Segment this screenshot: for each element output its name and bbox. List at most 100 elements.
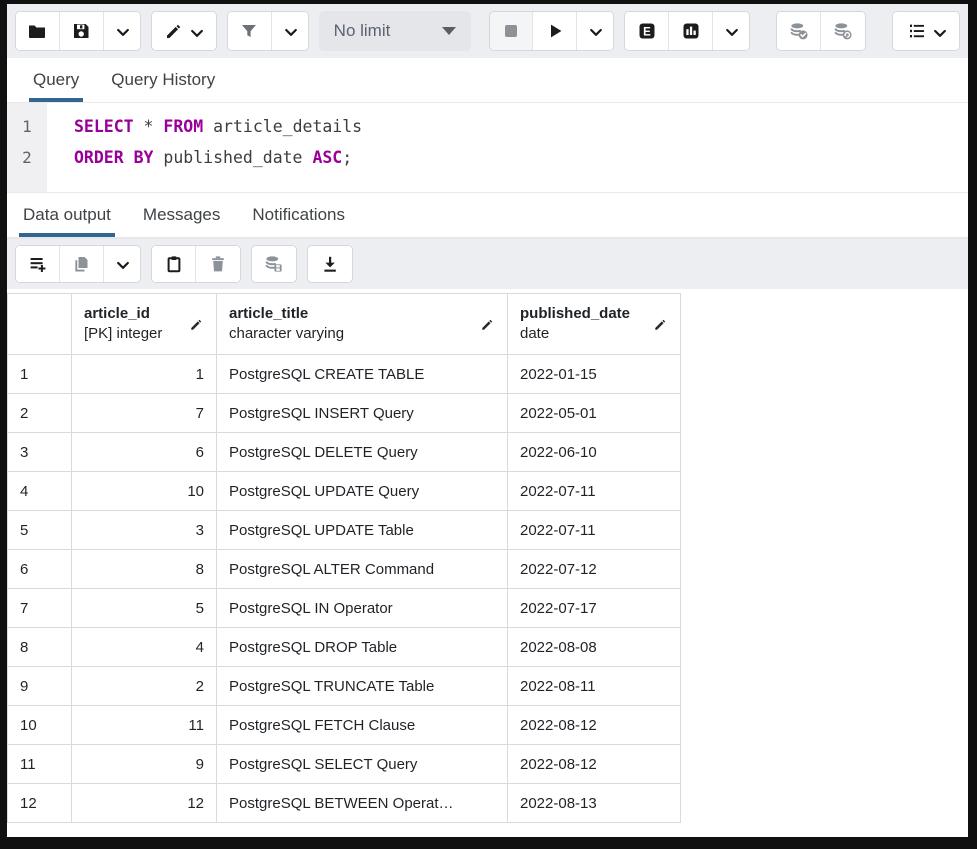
edit-menu-button[interactable] <box>151 12 216 50</box>
article-title-cell[interactable]: PostgreSQL SELECT Query <box>217 745 508 784</box>
sql-line[interactable]: ORDER BY published_date ASC; <box>74 142 362 173</box>
article-title-cell[interactable]: PostgreSQL ALTER Command <box>217 550 508 589</box>
execute-button-group <box>488 11 615 51</box>
article-id-cell[interactable]: 6 <box>72 433 217 472</box>
article-title-cell[interactable]: PostgreSQL UPDATE Query <box>217 472 508 511</box>
row-number-cell[interactable]: 3 <box>8 433 72 472</box>
article-id-cell[interactable]: 12 <box>72 784 217 823</box>
row-number-cell[interactable]: 8 <box>8 628 72 667</box>
copy-button[interactable] <box>60 246 104 282</box>
article-title-cell[interactable]: PostgreSQL DELETE Query <box>217 433 508 472</box>
article-id-cell[interactable]: 7 <box>72 394 217 433</box>
macros-menu-button[interactable] <box>893 12 960 50</box>
column-header-published-date[interactable]: published_date date <box>508 294 681 355</box>
row-number-cell[interactable]: 12 <box>8 784 72 823</box>
published-date-cell[interactable]: 2022-07-11 <box>508 511 681 550</box>
published-date-cell[interactable]: 2022-05-01 <box>508 394 681 433</box>
macros-button-group <box>892 11 961 51</box>
row-limit-select[interactable]: No limit <box>318 11 471 51</box>
published-date-cell[interactable]: 2022-07-17 <box>508 589 681 628</box>
row-number-cell[interactable]: 9 <box>8 667 72 706</box>
column-type: character varying <box>229 325 345 342</box>
article-id-cell[interactable]: 9 <box>72 745 217 784</box>
sql-keyword: FROM <box>163 117 204 136</box>
data-output-panel: article_id [PK] integer article_title ch… <box>7 289 968 837</box>
column-type: date <box>520 325 550 342</box>
copy-icon <box>74 256 88 272</box>
article-id-cell[interactable]: 5 <box>72 589 217 628</box>
rollback-button[interactable] <box>821 12 866 50</box>
article-id-cell[interactable]: 10 <box>72 472 217 511</box>
article-title-cell[interactable]: PostgreSQL INSERT Query <box>217 394 508 433</box>
filter-menu-button[interactable] <box>271 12 308 50</box>
row-number-cell[interactable]: 2 <box>8 394 72 433</box>
article-id-cell[interactable]: 11 <box>72 706 217 745</box>
article-title-cell[interactable]: PostgreSQL UPDATE Table <box>217 511 508 550</box>
article-id-cell[interactable]: 8 <box>72 550 217 589</box>
article-title-cell[interactable]: PostgreSQL FETCH Clause <box>217 706 508 745</box>
delete-button[interactable] <box>196 246 240 282</box>
explain-button[interactable] <box>625 12 670 50</box>
play-icon <box>550 24 562 38</box>
published-date-cell[interactable]: 2022-08-12 <box>508 745 681 784</box>
execute-button[interactable] <box>533 12 578 50</box>
sql-text: article_details <box>203 117 363 136</box>
tab-query-history[interactable]: Query History <box>107 58 219 102</box>
article-id-cell[interactable]: 3 <box>72 511 217 550</box>
row-number-cell[interactable]: 10 <box>8 706 72 745</box>
paste-button[interactable] <box>152 246 196 282</box>
explain-analyze-button[interactable] <box>669 12 714 50</box>
chevron-down-icon <box>116 28 129 36</box>
published-date-cell[interactable]: 2022-01-15 <box>508 355 681 394</box>
tab-query[interactable]: Query <box>29 58 84 102</box>
sql-text: published_date <box>153 148 313 167</box>
row-number-cell[interactable]: 1 <box>8 355 72 394</box>
open-file-button[interactable] <box>16 12 60 50</box>
published-date-cell[interactable]: 2022-08-13 <box>508 784 681 823</box>
article-id-cell[interactable]: 2 <box>72 667 217 706</box>
add-row-button[interactable] <box>16 246 60 282</box>
row-number-cell[interactable]: 11 <box>8 745 72 784</box>
stop-button[interactable] <box>489 12 534 50</box>
explain-menu-button[interactable] <box>713 12 750 50</box>
row-number-cell[interactable]: 5 <box>8 511 72 550</box>
published-date-cell[interactable]: 2022-06-10 <box>508 433 681 472</box>
copy-menu-button[interactable] <box>104 246 140 282</box>
published-date-cell[interactable]: 2022-08-08 <box>508 628 681 667</box>
chevron-down-icon <box>284 28 297 36</box>
published-date-cell[interactable]: 2022-08-11 <box>508 667 681 706</box>
filter-button[interactable] <box>227 12 272 50</box>
published-date-cell[interactable]: 2022-07-11 <box>508 472 681 511</box>
article-title-cell[interactable]: PostgreSQL DROP Table <box>217 628 508 667</box>
row-number-cell[interactable]: 7 <box>8 589 72 628</box>
published-date-cell[interactable]: 2022-07-12 <box>508 550 681 589</box>
commit-icon <box>789 21 809 41</box>
article-title-cell[interactable]: PostgreSQL BETWEEN Operat… <box>217 784 508 823</box>
article-id-cell[interactable]: 4 <box>72 628 217 667</box>
commit-button[interactable] <box>777 12 822 50</box>
article-title-cell[interactable]: PostgreSQL CREATE TABLE <box>217 355 508 394</box>
column-header-article-id[interactable]: article_id [PK] integer <box>72 294 217 355</box>
row-number-header[interactable] <box>8 294 72 355</box>
article-id-cell[interactable]: 1 <box>72 355 217 394</box>
tab-data-output[interactable]: Data output <box>19 193 115 237</box>
column-name: article_id <box>84 305 150 322</box>
save-menu-button[interactable] <box>103 12 140 50</box>
row-number-cell[interactable]: 4 <box>8 472 72 511</box>
sql-code[interactable]: SELECT * FROM article_details ORDER BY pu… <box>47 103 362 192</box>
row-number-cell[interactable]: 6 <box>8 550 72 589</box>
save-results-to-file-button[interactable] <box>308 246 352 282</box>
tab-messages[interactable]: Messages <box>139 193 224 237</box>
save-data-changes-button[interactable] <box>252 246 296 282</box>
row-edit-button-group <box>15 245 141 283</box>
tab-notifications[interactable]: Notifications <box>248 193 349 237</box>
article-title-cell[interactable]: PostgreSQL IN Operator <box>217 589 508 628</box>
sql-editor[interactable]: 12 SELECT * FROM article_details ORDER BY… <box>7 103 968 193</box>
column-header-article-title[interactable]: article_title character varying <box>217 294 508 355</box>
explain-icon <box>639 23 655 39</box>
article-title-cell[interactable]: PostgreSQL TRUNCATE Table <box>217 667 508 706</box>
published-date-cell[interactable]: 2022-08-12 <box>508 706 681 745</box>
save-button[interactable] <box>59 12 104 50</box>
sql-line[interactable]: SELECT * FROM article_details <box>74 111 362 142</box>
execute-menu-button[interactable] <box>577 12 614 50</box>
